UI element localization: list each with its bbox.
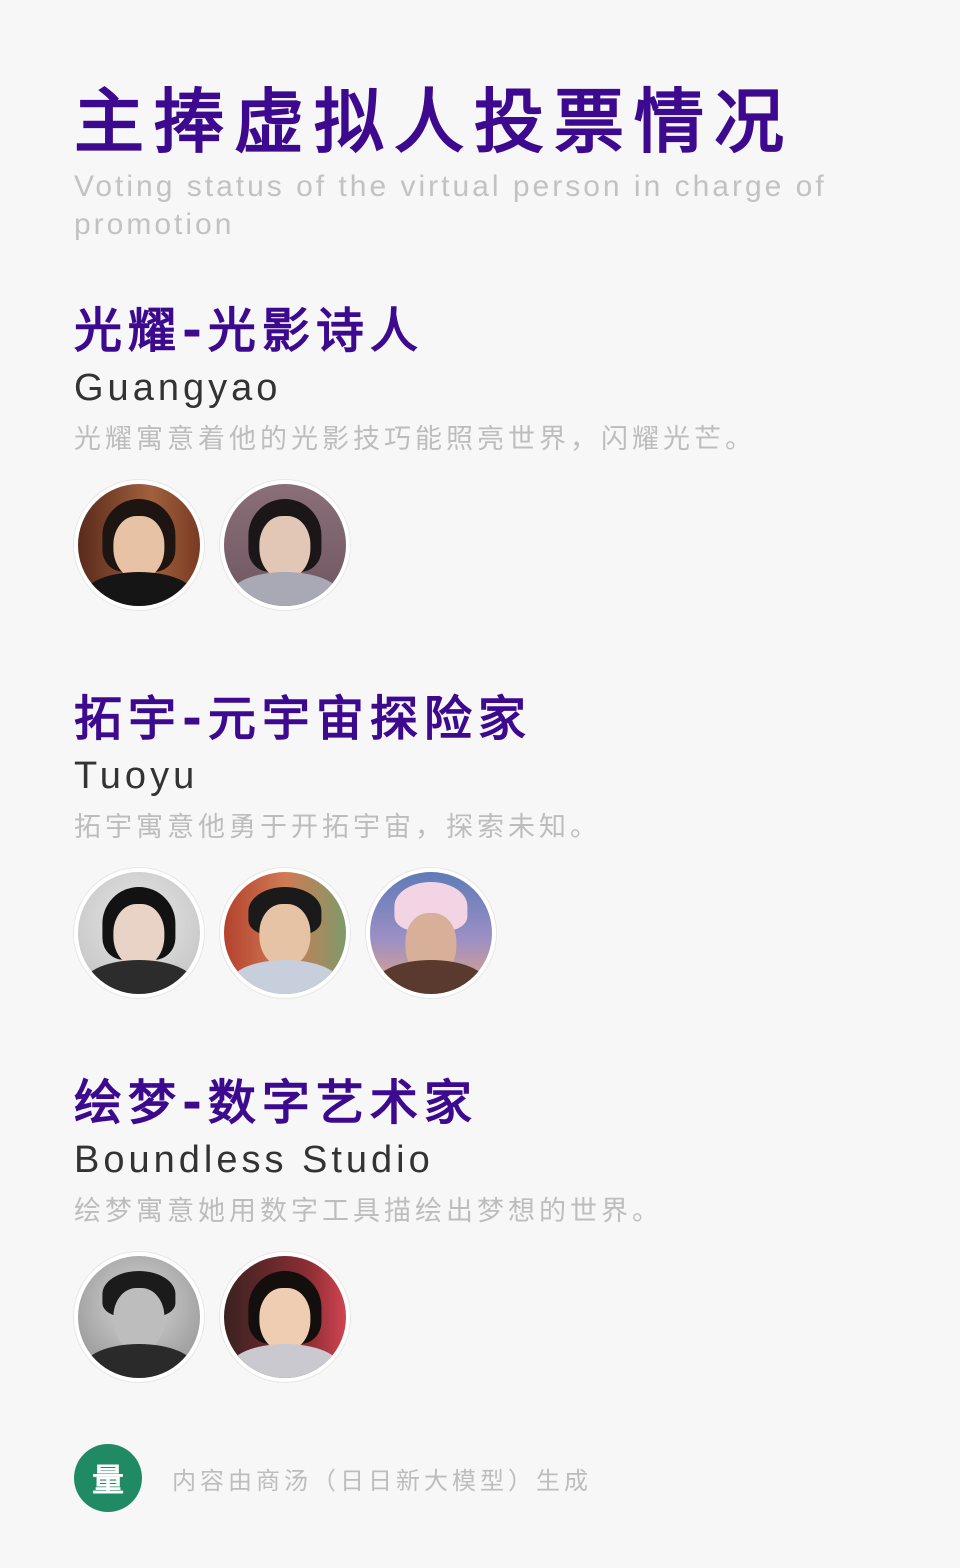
candidate-section-guangyao: 光耀-光影诗人 Guangyao 光耀寓意着他的光影技巧能照亮世界，闪耀光芒。 (74, 300, 934, 610)
avatar-woman-smiling-icon[interactable] (220, 1252, 350, 1382)
sensetime-logo-icon: 量 (74, 1444, 142, 1512)
footer-attribution: 内容由商汤（日日新大模型）生成 (172, 1466, 592, 1495)
candidate-en-name: Tuoyu (74, 755, 199, 797)
candidate-en-name: Guangyao (74, 367, 282, 409)
candidate-description: 光耀寓意着他的光影技巧能照亮世界，闪耀光芒。 (74, 424, 756, 455)
avatar-man-monochrome-icon[interactable] (74, 1252, 204, 1382)
voter-avatars (74, 1252, 934, 1382)
candidate-en-name: Boundless Studio (74, 1139, 434, 1181)
page-subtitle: Voting status of the virtual person in c… (74, 170, 827, 241)
avatar-woman-beanie-icon[interactable] (366, 868, 496, 998)
candidate-section-tuoyu: 拓宇-元宇宙探险家 Tuoyu 拓宇寓意他勇于开拓宇宙，探索未知。 (74, 688, 934, 998)
avatar-man-suit-icon[interactable] (220, 868, 350, 998)
voter-avatars (74, 480, 934, 610)
candidate-section-huimeng: 绘梦-数字艺术家 Boundless Studio 绘梦寓意她用数字工具描绘出梦… (74, 1072, 934, 1382)
candidate-cn-name: 绘梦-数字艺术家 (74, 1075, 478, 1131)
avatar-woman-dark-hair-icon[interactable] (74, 480, 204, 610)
candidate-cn-name: 光耀-光影诗人 (74, 303, 424, 359)
footer: 量 内容由商汤（日日新大模型）生成 (74, 1444, 592, 1512)
voter-avatars (74, 868, 934, 998)
avatar-woman-bob-hair-icon[interactable] (74, 868, 204, 998)
candidate-description: 绘梦寓意她用数字工具描绘出梦想的世界。 (74, 1196, 663, 1227)
avatar-woman-blouse-icon[interactable] (220, 480, 350, 610)
candidate-description: 拓宇寓意他勇于开拓宇宙，探索未知。 (74, 812, 601, 843)
candidate-cn-name: 拓宇-元宇宙探险家 (74, 691, 532, 747)
page-title: 主捧虚拟人投票情况 (74, 81, 794, 163)
